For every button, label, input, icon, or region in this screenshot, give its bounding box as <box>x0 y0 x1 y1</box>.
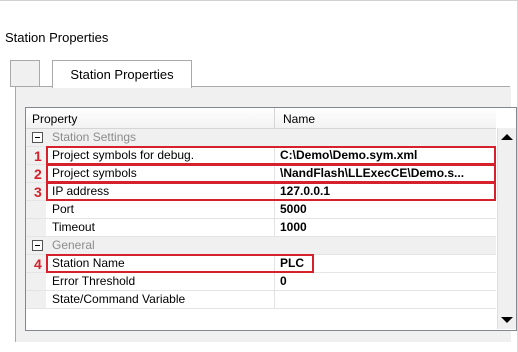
column-header-name[interactable]: Name <box>283 112 315 126</box>
minus-box-icon[interactable] <box>32 240 43 251</box>
tab-inactive[interactable] <box>10 60 40 87</box>
column-header-property[interactable]: Property <box>32 112 77 126</box>
row-gutter <box>26 273 46 290</box>
page-title: Station Properties <box>5 30 109 45</box>
property-label: State/Command Variable <box>52 292 186 306</box>
annotation-number: 4 <box>34 256 42 272</box>
tab-station-properties[interactable]: Station Properties <box>52 60 192 88</box>
grid-header: Property Name <box>26 108 496 129</box>
arrow-down-icon[interactable] <box>501 317 513 323</box>
column-separator[interactable] <box>274 108 275 128</box>
row-gutter <box>26 219 46 236</box>
property-row-timeout[interactable]: Timeout 1000 <box>26 219 496 237</box>
row-separator <box>274 291 275 308</box>
property-row-port[interactable]: Port 5000 <box>26 201 496 219</box>
row-separator <box>274 219 275 236</box>
highlight-box <box>46 146 496 165</box>
tab-cover <box>53 86 190 87</box>
highlight-box <box>46 182 496 201</box>
row-gutter <box>26 291 46 308</box>
property-label: Port <box>52 202 75 216</box>
property-label: Error Threshold <box>52 274 136 288</box>
annotation-number: 1 <box>34 148 42 164</box>
row-separator <box>274 201 275 218</box>
category-station-settings[interactable]: Station Settings <box>26 129 496 147</box>
category-general[interactable]: General <box>26 237 496 255</box>
vertical-scrollbar[interactable] <box>497 128 516 329</box>
category-label: Station Settings <box>52 130 137 144</box>
category-label: General <box>52 238 95 252</box>
annotation-number: 3 <box>34 184 42 200</box>
property-grid: Property Name Station Settings Project s… <box>25 107 517 331</box>
property-value[interactable]: 0 <box>280 274 494 288</box>
property-value[interactable]: 1000 <box>280 220 494 234</box>
property-row-error-threshold[interactable]: Error Threshold 0 <box>26 273 496 291</box>
arrow-up-icon[interactable] <box>501 134 513 140</box>
property-value[interactable]: 5000 <box>280 202 494 216</box>
property-label: Timeout <box>52 220 95 234</box>
row-separator <box>274 273 275 290</box>
annotation-number: 2 <box>34 166 42 182</box>
minus-box-icon[interactable] <box>32 132 43 143</box>
row-gutter <box>26 201 46 218</box>
highlight-box <box>46 254 314 273</box>
window-top-border <box>0 0 518 1</box>
property-row-state-command-variable[interactable]: State/Command Variable <box>26 291 496 309</box>
highlight-box <box>46 164 496 183</box>
